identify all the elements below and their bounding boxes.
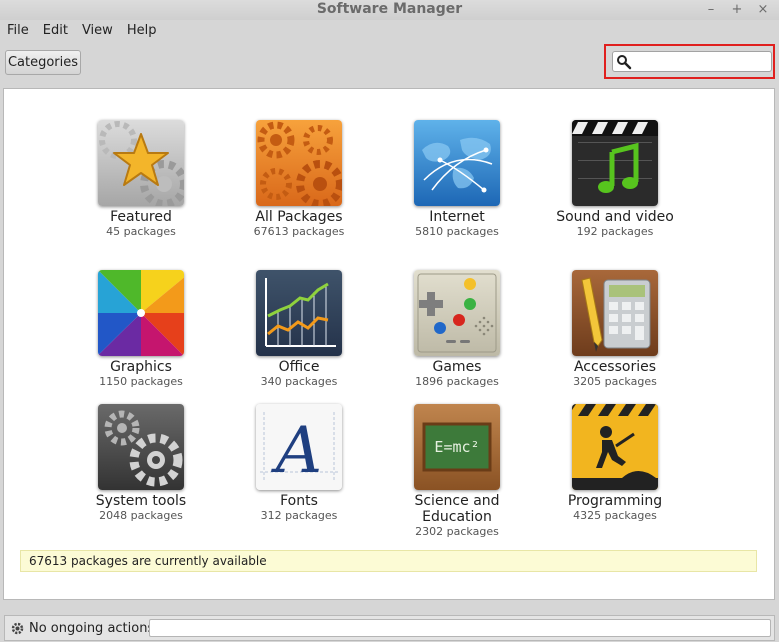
category-count: 45 packages [106,225,176,238]
calculator-icon [572,270,658,356]
actions-status: No ongoing actions [29,621,155,636]
bottom-bar: No ongoing actions [0,612,779,642]
font-icon: A [256,404,342,490]
category-system-tools[interactable]: System tools 2048 packages [66,404,216,523]
category-accessories[interactable]: Accessories 3205 packages [540,270,690,389]
close-button[interactable]: × [757,3,769,16]
category-sound-and-video[interactable]: Sound and video 192 packages [540,120,690,239]
music-icon [572,120,658,206]
category-name: Accessories [573,359,657,375]
category-games[interactable]: Games 1896 packages [382,270,532,389]
svg-text:A: A [271,414,322,488]
category-count: 2048 packages [99,509,183,522]
actions-frame: No ongoing actions [4,615,775,641]
menu-help[interactable]: Help [120,20,164,42]
category-count: 192 packages [576,225,654,238]
search-icon [617,55,632,70]
menu-edit[interactable]: Edit [36,20,75,42]
category-count: 1896 packages [415,375,499,388]
minimize-button[interactable]: – [705,3,717,16]
category-name: Games [432,359,482,375]
category-name: Sound and video [556,209,674,225]
category-count: 3205 packages [573,375,657,388]
category-featured[interactable]: Featured 45 packages [66,120,216,239]
color-wheel-icon [98,270,184,356]
gear-icon [11,622,24,635]
category-count: 4325 packages [573,509,657,522]
category-name: Office [278,359,320,375]
search-highlight [604,44,775,79]
category-name: System tools [95,493,187,509]
category-name: Programming [567,493,663,509]
svg-text:E=mc²: E=mc² [434,438,479,456]
category-programming[interactable]: Programming 4325 packages [540,404,690,523]
gears-icon [256,120,342,206]
chart-icon [256,270,342,356]
category-office[interactable]: Office 340 packages [224,270,374,389]
chalkboard-icon: E=mc² [414,404,500,490]
menu-bar: File Edit View Help [0,20,779,42]
category-graphics[interactable]: Graphics 1150 packages [66,270,216,389]
window-title: Software Manager [316,1,463,17]
star-icon [98,120,184,206]
construction-icon [572,404,658,490]
search-input[interactable] [635,54,765,69]
menu-file[interactable]: File [0,20,36,42]
category-internet[interactable]: Internet 5810 packages [382,120,532,239]
globe-icon [414,120,500,206]
search-field[interactable] [612,51,772,72]
category-name: Science and Education [414,493,500,525]
category-name: Internet [429,209,485,225]
category-name: Featured [110,209,172,225]
category-count: 1150 packages [99,375,183,388]
gamepad-icon [414,270,500,356]
available-packages-banner: 67613 packages are currently available [20,550,757,572]
menu-view[interactable]: View [75,20,120,42]
category-count: 5810 packages [415,225,499,238]
category-name: Fonts [280,493,318,509]
category-science-and-education[interactable]: E=mc² Science and Education 2302 package… [382,404,532,539]
categories-panel: Featured 45 packages All Packages 67613 … [3,88,775,600]
maximize-button[interactable]: + [731,3,743,16]
category-count: 67613 packages [253,225,345,238]
category-all-packages[interactable]: All Packages 67613 packages [224,120,374,239]
progress-bar [149,619,771,637]
title-bar: Software Manager – + × [0,0,779,20]
category-count: 312 packages [260,509,338,522]
category-fonts[interactable]: A Fonts 312 packages [224,404,374,523]
categories-button[interactable]: Categories [5,50,81,75]
category-name: Graphics [110,359,172,375]
category-name: All Packages [255,209,343,225]
system-gears-icon [98,404,184,490]
category-count: 340 packages [260,375,338,388]
category-count: 2302 packages [415,525,499,538]
